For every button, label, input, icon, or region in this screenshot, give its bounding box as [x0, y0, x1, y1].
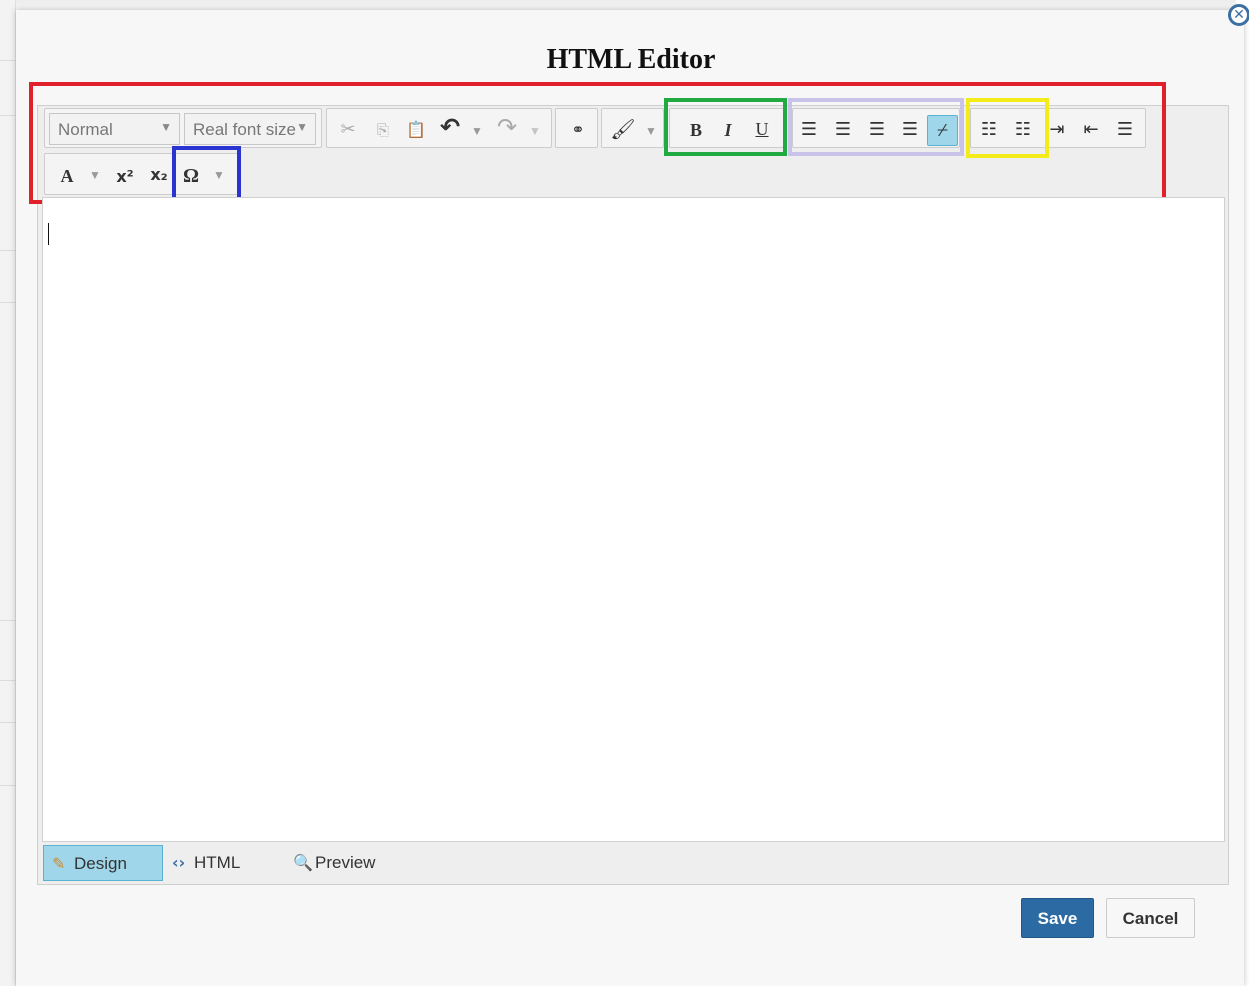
- tab-preview-label: Preview: [315, 853, 376, 872]
- background-page-left: [0, 0, 16, 986]
- dialog-title: HTML Editor: [546, 44, 716, 75]
- close-icon[interactable]: ✕: [1228, 4, 1249, 26]
- text-caret: [48, 223, 49, 245]
- preview-magnifier-icon: 🔍: [293, 853, 313, 872]
- pencil-icon: ✎: [52, 854, 66, 873]
- save-button[interactable]: Save: [1021, 898, 1094, 938]
- tab-design-label: Design: [74, 854, 127, 873]
- highlight-basic-formatting: [664, 98, 787, 156]
- tab-html-label: HTML: [194, 853, 241, 872]
- cancel-button[interactable]: Cancel: [1106, 898, 1195, 938]
- tab-html[interactable]: ‹› HTML: [164, 845, 264, 881]
- tab-preview[interactable]: 🔍 Preview: [285, 845, 395, 881]
- editor-content-area[interactable]: [42, 197, 1225, 842]
- tab-design[interactable]: ✎ Design: [43, 845, 163, 881]
- highlight-special-characters: [172, 146, 241, 204]
- code-icon: ‹›: [172, 853, 186, 872]
- highlight-alignment: [788, 98, 964, 156]
- highlight-lists: [966, 98, 1049, 158]
- background-page-top: [16, 0, 1236, 10]
